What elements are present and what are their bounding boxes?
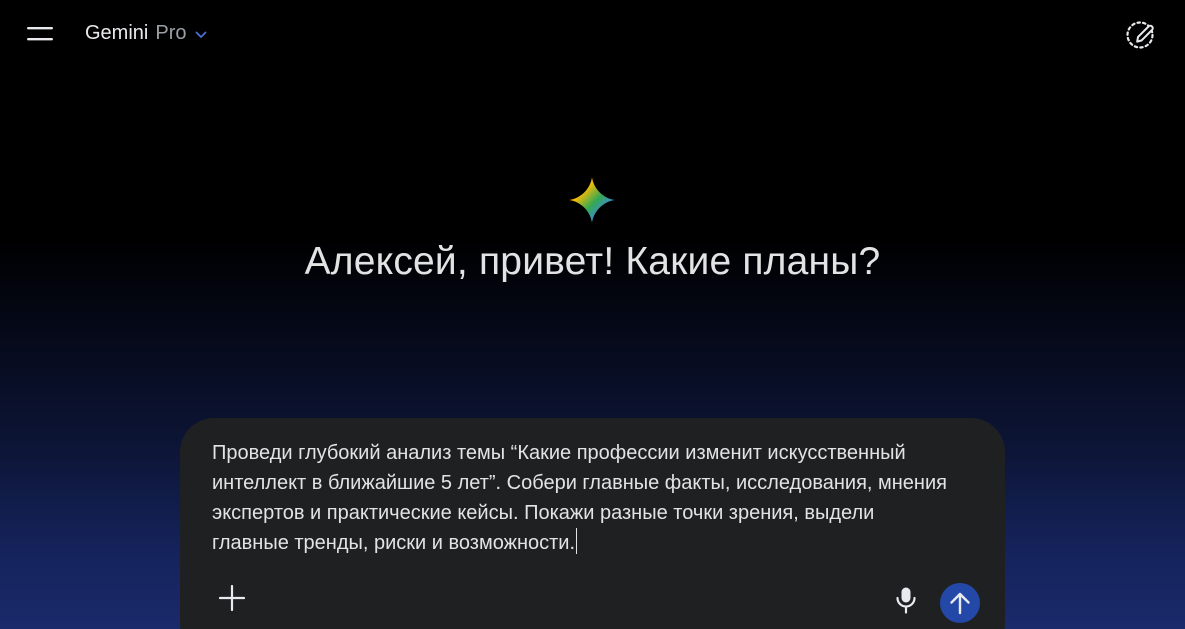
main-menu-button[interactable]	[22, 20, 58, 48]
greeting-heading: Алексей, привет! Какие планы?	[304, 240, 881, 283]
new-chat-icon	[1126, 21, 1154, 49]
top-bar: Gemini Pro	[0, 0, 1185, 68]
add-attachment-button[interactable]	[216, 582, 248, 614]
microphone-icon	[896, 587, 916, 614]
text-caret	[576, 528, 578, 554]
send-button[interactable]	[940, 583, 980, 623]
model-tier-label: Pro	[155, 22, 187, 44]
gemini-spark-icon	[568, 176, 616, 224]
chevron-down-icon	[195, 31, 207, 39]
app-name: Gemini	[85, 22, 149, 44]
hamburger-menu-icon	[27, 27, 53, 41]
voice-input-button[interactable]	[891, 584, 921, 616]
new-chat-button[interactable]	[1123, 16, 1159, 52]
plus-icon	[219, 585, 245, 611]
prompt-composer: Проведи глубокий анализ темы “Какие проф…	[180, 418, 1005, 629]
model-selector[interactable]: Gemini Pro	[85, 22, 207, 45]
arrow-up-icon	[950, 592, 970, 615]
prompt-input[interactable]: Проведи глубокий анализ темы “Какие проф…	[212, 438, 952, 558]
prompt-input-text: Проведи глубокий анализ темы “Какие проф…	[212, 442, 947, 554]
